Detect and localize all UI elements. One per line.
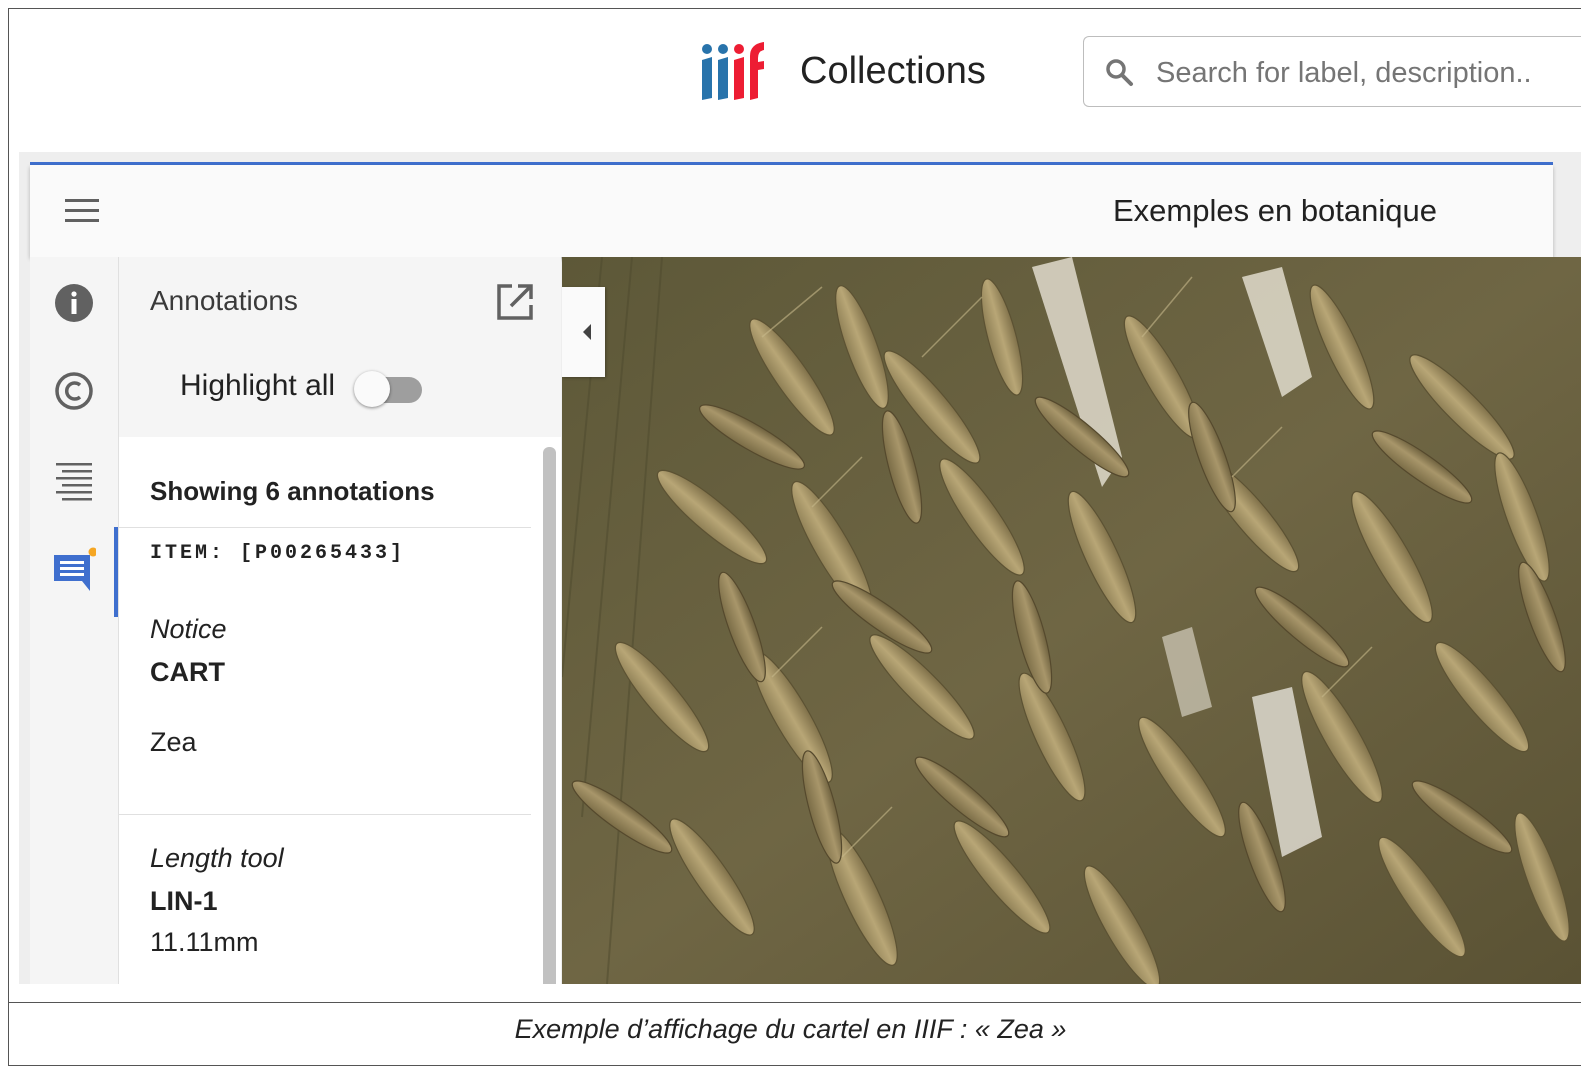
search-field[interactable]: Search for label, description.. xyxy=(1083,36,1581,107)
panel-scrollbar[interactable] xyxy=(537,437,561,984)
menu-icon[interactable] xyxy=(65,197,99,225)
mirador-viewer: Exemples en botanique Annotations Highli… xyxy=(19,152,1581,984)
annotations-icon[interactable] xyxy=(52,547,96,591)
panel-title: Annotations xyxy=(150,285,298,316)
companion-rail xyxy=(30,257,119,984)
search-icon xyxy=(1106,59,1133,86)
copyright-icon[interactable] xyxy=(52,369,96,413)
window-top-bar: Exemples en botanique xyxy=(30,165,1553,257)
site-title[interactable]: Collections xyxy=(800,50,986,93)
annotation-code: CART xyxy=(150,657,225,687)
scrollbar-thumb[interactable] xyxy=(543,447,556,984)
search-placeholder: Search for label, description.. xyxy=(1156,57,1532,89)
highlight-all-toggle[interactable] xyxy=(352,369,424,409)
highlight-all-label: Highlight all xyxy=(180,369,336,402)
chevron-left-icon xyxy=(583,324,591,340)
annotation-code: LIN-1 xyxy=(150,886,218,916)
info-icon[interactable] xyxy=(52,281,96,325)
table-of-contents-icon[interactable] xyxy=(52,459,96,503)
annotation-count: Showing 6 annotations xyxy=(150,476,435,506)
annotation-type: Length tool xyxy=(150,843,284,873)
annotation-type: Notice xyxy=(150,614,227,644)
specimen-image xyxy=(562,257,1581,984)
figure-caption: Exemple d’affichage du cartel en IIIF : … xyxy=(514,1014,1067,1044)
open-in-new-icon[interactable] xyxy=(496,283,534,321)
image-canvas[interactable] xyxy=(562,257,1581,984)
annotation-value: Zea xyxy=(150,727,197,757)
caption-divider xyxy=(8,1002,1581,1003)
collapse-sidebar-button[interactable] xyxy=(562,287,605,377)
active-tab-indicator xyxy=(114,527,118,617)
annotation-value: 11.11mm xyxy=(150,927,259,957)
panel-header: Annotations Highlight all xyxy=(119,257,561,437)
window-title: Exemples en botanique xyxy=(1113,193,1438,228)
iiif-logo xyxy=(702,42,764,100)
annotations-panel: Annotations Highlight all Showing 6 anno… xyxy=(119,257,561,984)
annotation-item-id: ITEM: [P00265433] xyxy=(150,542,406,565)
toggle-knob xyxy=(354,371,390,407)
